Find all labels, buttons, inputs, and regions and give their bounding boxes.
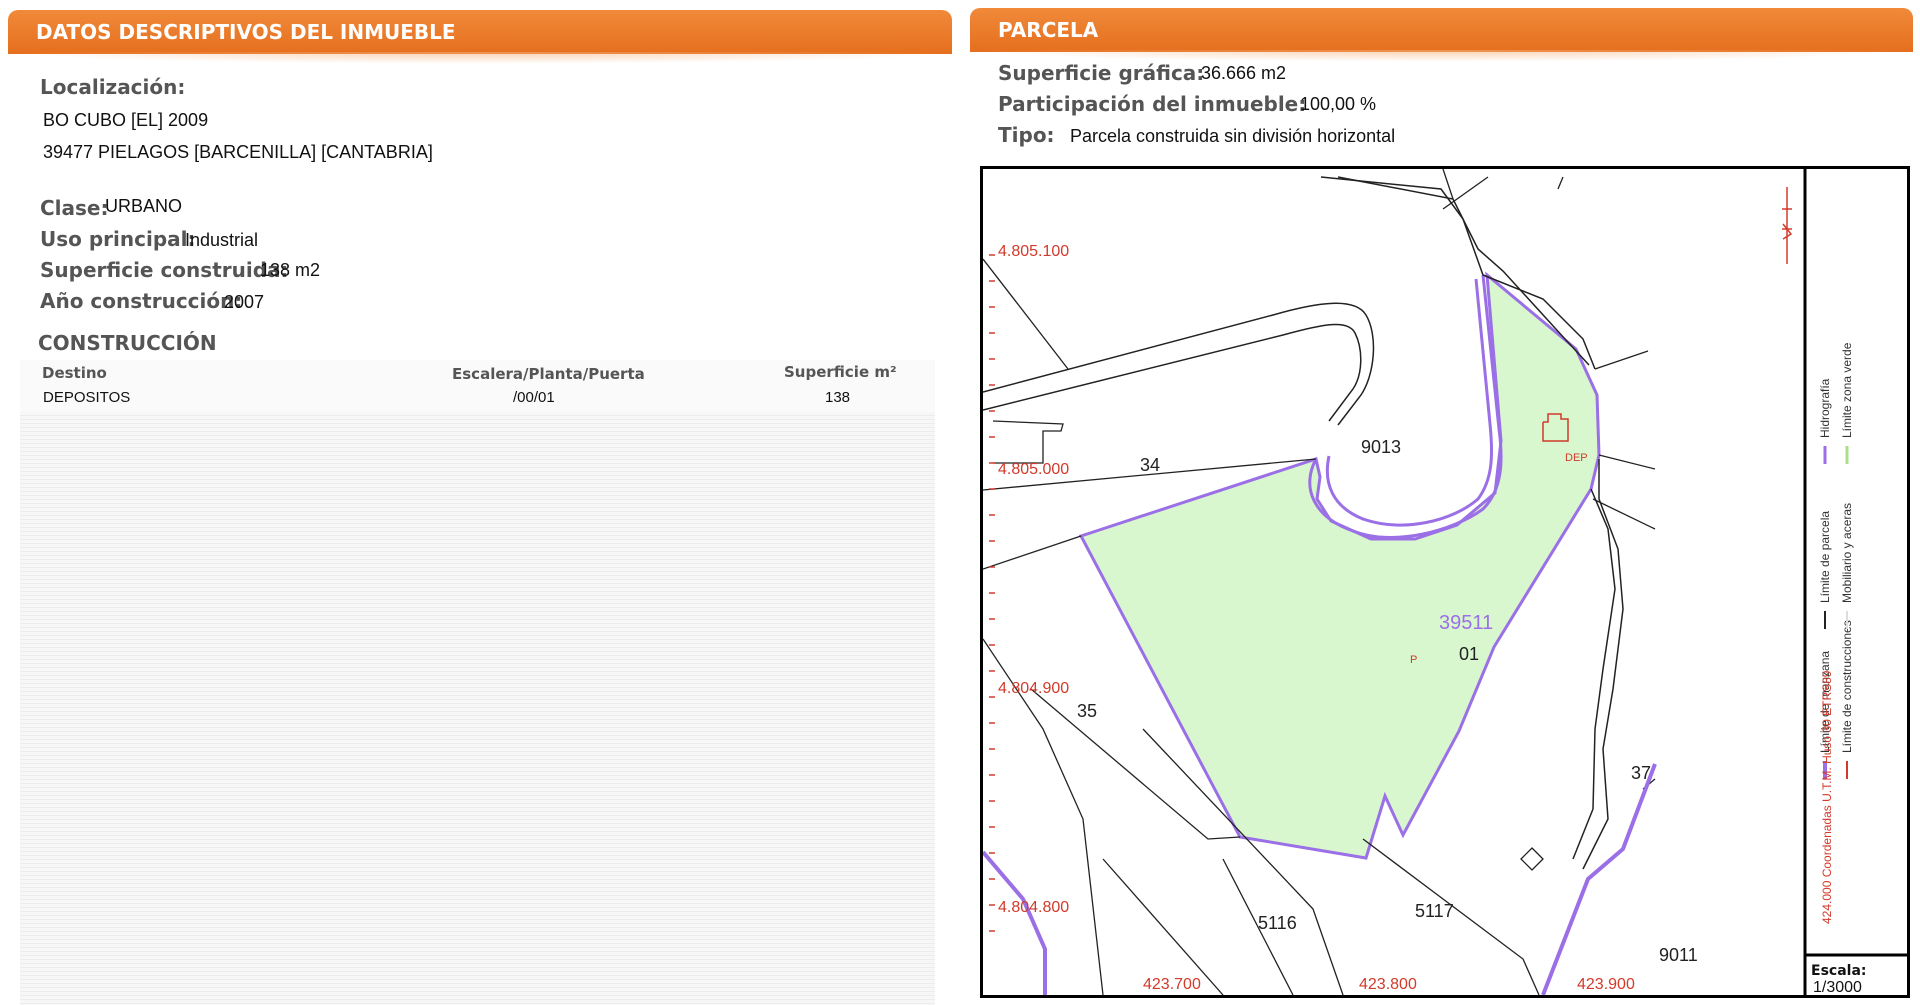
legend-item: Límite zona verde (1840, 342, 1854, 438)
inner-road-edge (1325, 278, 1494, 527)
superficie-grafica-value: 36.666 m2 (1201, 63, 1287, 83)
dep-label: DEP (1565, 452, 1588, 464)
datos-descriptivos-header: DATOS DESCRIPTIVOS DEL INMUEBLE (8, 10, 952, 64)
anio-construccion-value: 2007 (224, 292, 265, 312)
neighbor-label: 34 (1140, 455, 1160, 475)
superficie-construida-label: Superficie construida: (40, 258, 289, 282)
parcel-line (1557, 176, 1564, 190)
col-destino: Destino (42, 364, 107, 382)
address-line-2: 39477 PIELAGOS [BARCENILLA] [CANTABRIA] (43, 142, 433, 162)
datos-descriptivos-title: DATOS DESCRIPTIVOS DEL INMUEBLE (36, 20, 456, 44)
parcel-ref-label: 39511 (1439, 612, 1493, 634)
escala-label: Escala: (1811, 963, 1867, 979)
y-coord-label: 4.805.000 (998, 461, 1069, 478)
neighbor-label: 9013 (1361, 437, 1401, 457)
cadastral-map[interactable]: 4.805.100 4.805.000 4.804.900 4.804.800 … (980, 166, 1910, 998)
cell-superficie: 138 (825, 389, 851, 406)
parcel-polygon[interactable] (1078, 271, 1601, 860)
hidrografia-right (1541, 763, 1657, 995)
building-outline (992, 420, 1064, 464)
tipo-label: Tipo: (998, 123, 1055, 147)
neighbor-label: 9011 (1659, 945, 1698, 965)
hidrografia-left (983, 850, 1047, 995)
uso-principal-label: Uso principal: (40, 227, 196, 251)
col-escalera-planta-puerta: Escalera/Planta/Puerta (452, 365, 645, 383)
parcel-line (1102, 858, 1224, 995)
diamond-marker (1520, 847, 1544, 871)
parcel-line (1572, 488, 1616, 860)
parcel-sub-label: 01 (1459, 644, 1479, 664)
legend-item: Mobiliario y aceras (1840, 503, 1854, 603)
cell-destino: DEPOSITOS (43, 389, 131, 406)
superficie-grafica-label: Superficie gráfica: (998, 61, 1205, 85)
uso-principal-value: Industrial (185, 230, 259, 250)
clase-label: Clase: (40, 196, 109, 220)
parcela-title: PARCELA (998, 18, 1099, 42)
neighbor-label: 37 (1631, 763, 1651, 783)
north-arrow-icon (1782, 187, 1793, 264)
x-coord-label: 423.700 (1143, 976, 1201, 993)
y-coord-label: 4.804.900 (998, 680, 1069, 697)
parcel-line (1442, 176, 1489, 210)
parcel-line (983, 535, 1082, 570)
localizacion-label: Localización: (40, 75, 186, 99)
coord-system-label: 424.000 Coordenadas U.T.M. Huso 30 ETRS8… (1820, 670, 1834, 924)
cell-escalera: /00/01 (513, 389, 555, 406)
parcel-line (983, 258, 1069, 370)
map-legend: Límite de manzana Límite de parcela Hidr… (1818, 342, 1854, 924)
legend-item: Hidrografía (1818, 378, 1832, 438)
neighbor-label: 5117 (1415, 901, 1454, 921)
clase-value: URBANO (105, 196, 183, 216)
col-superficie: Superficie m² (784, 363, 897, 381)
address-line-1: BO CUBO [EL] 2009 (43, 110, 209, 130)
parcel-line (1598, 454, 1656, 470)
x-coord-label: 423.900 (1577, 976, 1635, 993)
legend-item: Límite de parcela (1818, 511, 1832, 603)
y-coord-label: 4.804.800 (998, 899, 1069, 916)
escala-value: 1/3000 (1813, 979, 1862, 995)
superficie-construida-value: 138 m2 (260, 260, 321, 280)
y-coord-label: 4.805.100 (998, 243, 1069, 260)
parcela-header: PARCELA (970, 8, 1913, 62)
participacion-value: 100,00 % (1300, 94, 1377, 114)
anio-construccion-label: Año construcción: (40, 289, 243, 313)
participacion-label: Participación del inmueble: (998, 92, 1307, 116)
map-svg: 4.805.100 4.805.000 4.804.900 4.804.800 … (983, 169, 1907, 995)
x-coord-label: 423.800 (1359, 976, 1417, 993)
parcel-line (1594, 350, 1649, 370)
neighbor-label: 35 (1077, 701, 1097, 721)
y-ticks (989, 254, 995, 932)
tipo-value: Parcela construida sin división horizont… (1070, 126, 1396, 146)
main-road-edge (983, 302, 1375, 426)
construccion-title: CONSTRUCCIÓN (38, 331, 217, 355)
p-marker: P (1410, 654, 1417, 666)
legend-item: Límite de construcciones (1840, 620, 1854, 753)
main-road (983, 323, 1362, 422)
neighbor-label: 5116 (1258, 913, 1297, 933)
construccion-table (20, 360, 935, 1005)
inner-road (1308, 274, 1503, 539)
